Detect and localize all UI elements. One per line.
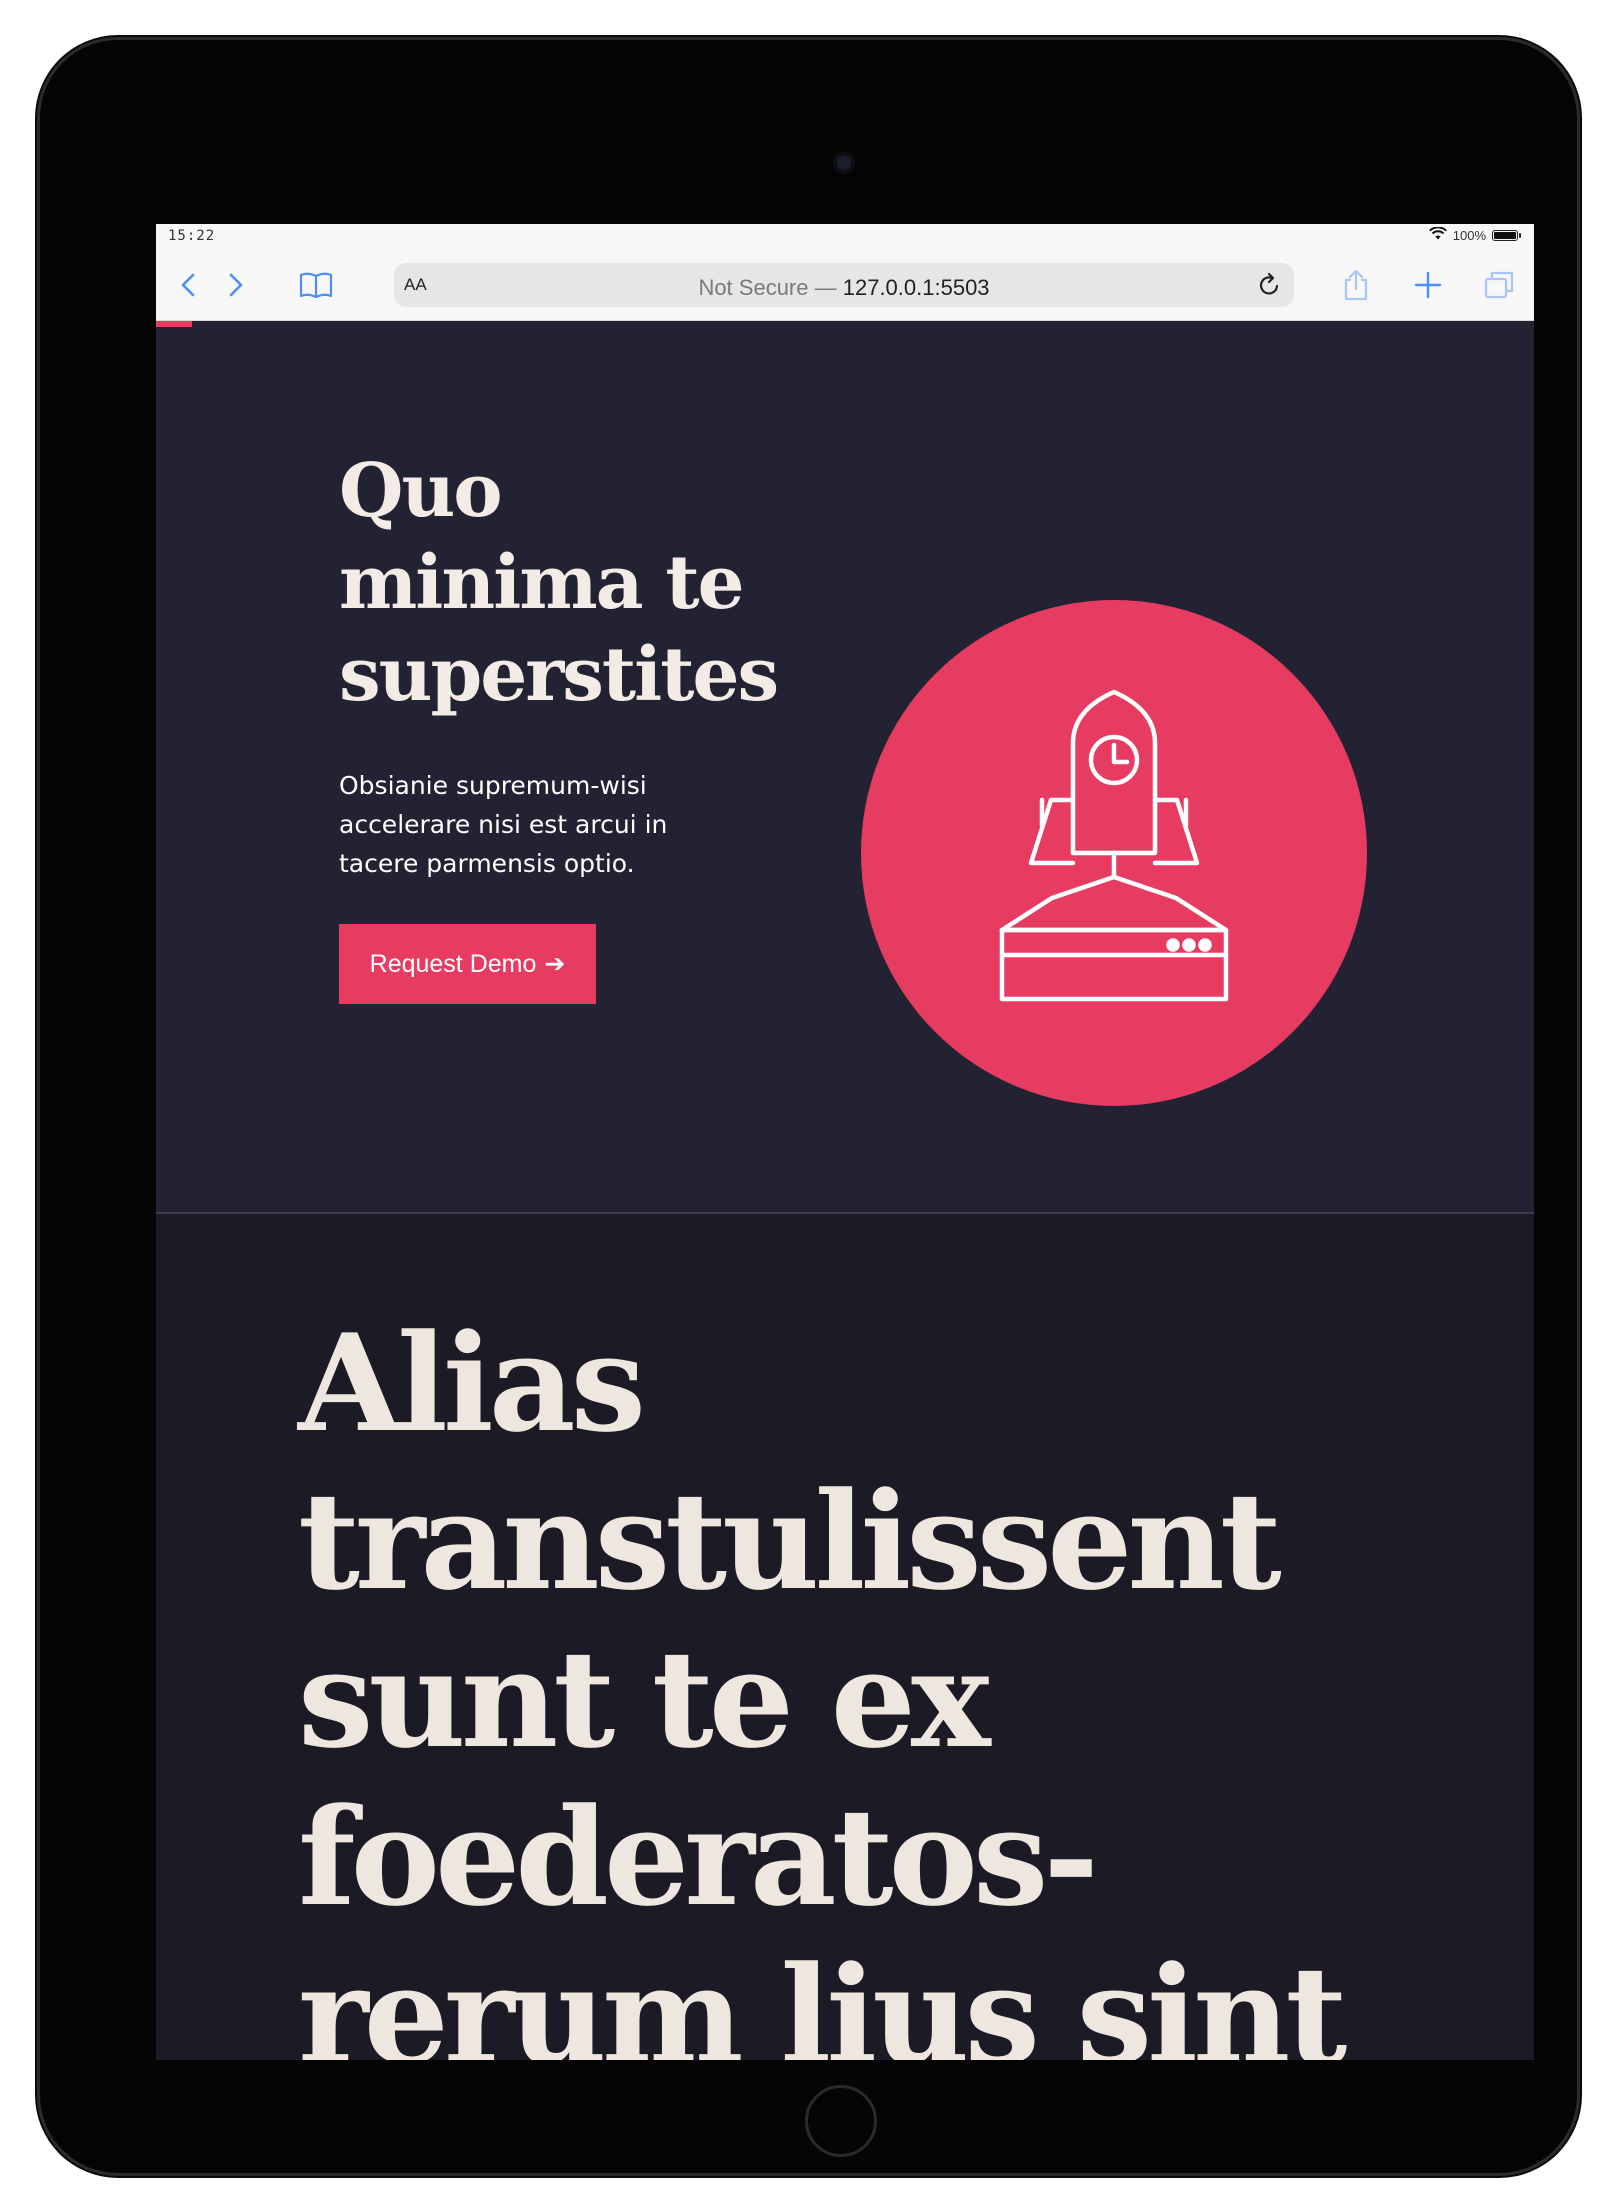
wifi-icon xyxy=(1428,226,1447,243)
back-icon[interactable] xyxy=(170,267,206,303)
status-time: 15:22 xyxy=(168,228,216,244)
address-bar[interactable]: AA Not Secure — 127.0.0.1:5503 xyxy=(394,263,1294,307)
hero-section: Quo minima te superstites Obsianie supre… xyxy=(156,321,1534,1212)
url-display: Not Secure — 127.0.0.1:5503 xyxy=(394,275,1294,301)
new-tab-icon[interactable] xyxy=(1410,267,1446,303)
status-bar: 15:22 100% xyxy=(156,224,1534,250)
ipad-frame: 15:22 100% AA Not Secure — 127.0.0.1:550… xyxy=(40,40,1577,2173)
url-text: 127.0.0.1:5503 xyxy=(842,275,990,300)
security-label: Not Secure — xyxy=(698,275,837,300)
rocket-icon xyxy=(999,689,1229,1002)
reload-icon[interactable] xyxy=(1254,269,1286,301)
hero-title: Quo minima te superstites xyxy=(339,448,779,718)
share-icon[interactable] xyxy=(1338,267,1374,303)
hero-illustration-circle xyxy=(861,600,1367,1106)
hero-description: Obsianie supremum-wisi accelerare nisi e… xyxy=(339,771,668,878)
forward-icon[interactable] xyxy=(218,267,254,303)
front-camera xyxy=(833,152,855,174)
section-heading: Alias transtulissent sunt te ex foederat… xyxy=(298,1304,1347,2060)
browser-toolbar: AA Not Secure — 127.0.0.1:5503 xyxy=(156,250,1534,321)
tabs-icon[interactable] xyxy=(1481,267,1517,303)
battery-percent: 100% xyxy=(1452,227,1486,243)
bookmarks-icon[interactable] xyxy=(298,267,334,303)
status-right: 100% xyxy=(1428,226,1521,243)
content-section: Alias transtulissent sunt te ex foederat… xyxy=(156,1214,1534,2060)
arrow-right-icon: ➔ xyxy=(544,950,566,978)
request-demo-button[interactable]: Request Demo ➔ xyxy=(339,924,596,1004)
request-demo-label: Request Demo xyxy=(369,949,537,978)
screen: 15:22 100% AA Not Secure — 127.0.0.1:550… xyxy=(156,224,1534,2060)
scroll-accent xyxy=(156,321,192,327)
home-button[interactable] xyxy=(805,2085,877,2157)
battery-icon xyxy=(1492,229,1521,241)
